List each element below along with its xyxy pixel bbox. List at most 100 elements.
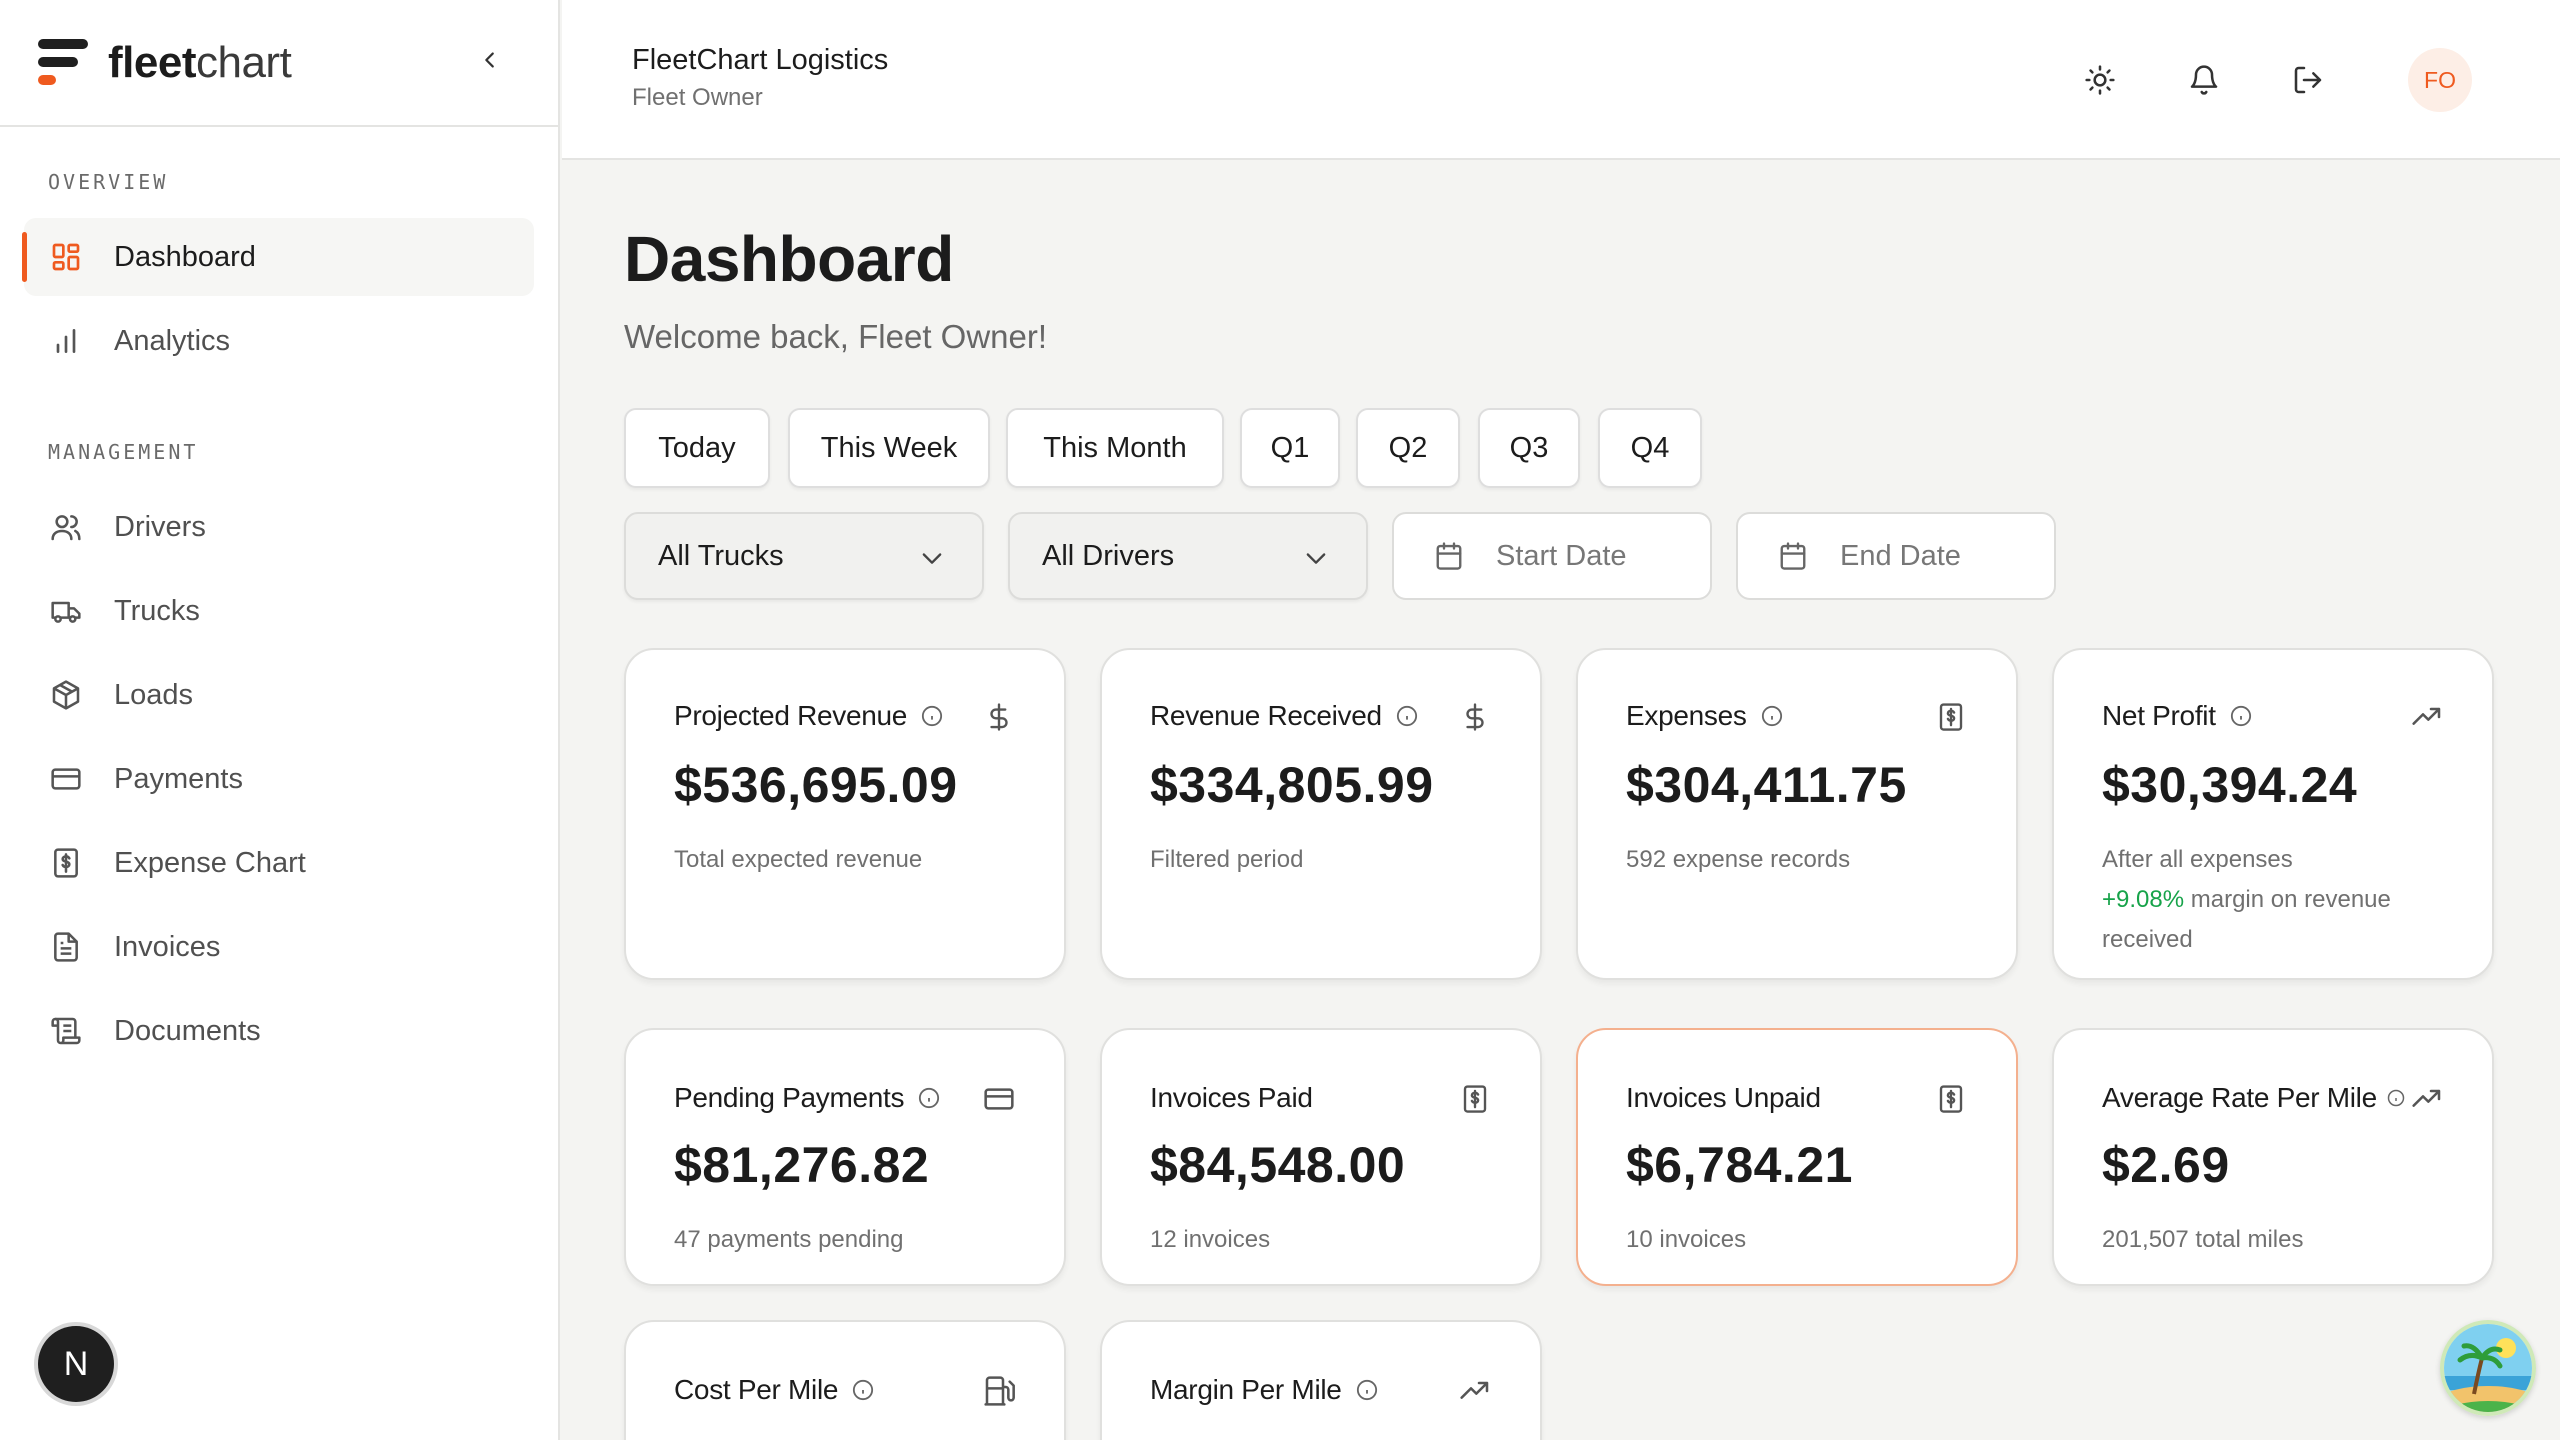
overview-section-label: OVERVIEW xyxy=(48,170,169,194)
stat-card-revenue-received[interactable]: Revenue Received $334,805.99 Filtered pe… xyxy=(1100,648,1542,980)
fleetchart-logo-icon[interactable] xyxy=(38,37,88,89)
page-title: Dashboard xyxy=(624,223,954,295)
sidebar: fleetchart OVERVIEW Dashboard Analytics … xyxy=(0,0,560,1440)
card-value: $30,394.24 xyxy=(2102,757,2358,813)
trending-up-icon xyxy=(1458,1374,1492,1408)
sidebar-item-invoices[interactable]: Invoices xyxy=(24,908,534,986)
sidebar-item-dashboard[interactable]: Dashboard xyxy=(22,218,534,296)
stat-card-expenses[interactable]: Expenses $304,411.75 592 expense records xyxy=(1576,648,2018,980)
truck-filter-select[interactable]: All Trucks xyxy=(624,512,984,600)
card-value: $334,805.99 xyxy=(1150,757,1434,813)
credit-card-icon xyxy=(982,1082,1016,1116)
start-date-input[interactable]: Start Date xyxy=(1392,512,1712,600)
card-label: Net Profit xyxy=(2102,700,2216,731)
info-icon[interactable] xyxy=(921,705,943,727)
dollar-icon xyxy=(982,700,1016,734)
card-label: Revenue Received xyxy=(1150,700,1382,731)
sun-icon xyxy=(2085,65,2115,95)
receipt-icon xyxy=(1458,1082,1492,1116)
sidebar-item-payments[interactable]: Payments xyxy=(24,740,534,818)
scroll-icon xyxy=(48,1013,84,1049)
palm-tree-icon xyxy=(2444,1324,2532,1412)
sidebar-item-label: Documents xyxy=(114,1014,261,1047)
stat-card-invoices-paid[interactable]: Invoices Paid $84,548.00 12 invoices xyxy=(1100,1028,1542,1286)
beach-avatar-widget[interactable] xyxy=(2440,1320,2536,1416)
card-note: 47 payments pending xyxy=(674,1226,904,1253)
dollar-icon xyxy=(1458,700,1492,734)
stat-card-margin-per-mile[interactable]: Margin Per Mile xyxy=(1100,1320,1542,1440)
management-section-label: MANAGEMENT xyxy=(48,440,199,464)
card-note: 201,507 total miles xyxy=(2102,1226,2304,1253)
logout-button[interactable] xyxy=(2290,62,2326,98)
driver-filter-select[interactable]: All Drivers xyxy=(1008,512,1368,600)
driver-filter-value: All Drivers xyxy=(1042,539,1175,572)
file-text-icon xyxy=(48,929,84,965)
period-chip-this-week[interactable]: This Week xyxy=(788,408,990,488)
info-icon[interactable] xyxy=(2387,1089,2405,1107)
period-chip-today[interactable]: Today xyxy=(624,408,770,488)
sidebar-item-trucks[interactable]: Trucks xyxy=(24,572,534,650)
period-chip-q1[interactable]: Q1 xyxy=(1240,408,1340,488)
truck-filter-value: All Trucks xyxy=(658,539,784,572)
period-chip-this-month[interactable]: This Month xyxy=(1006,408,1224,488)
bell-icon xyxy=(2190,65,2218,95)
sidebar-item-label: Loads xyxy=(114,678,194,711)
info-icon[interactable] xyxy=(918,1087,940,1109)
info-icon[interactable] xyxy=(852,1379,874,1401)
sidebar-item-label: Analytics xyxy=(114,324,231,357)
user-role: Fleet Owner xyxy=(632,84,763,111)
sidebar-item-analytics[interactable]: Analytics xyxy=(24,302,534,380)
end-date-input[interactable]: End Date xyxy=(1736,512,2056,600)
receipt-icon xyxy=(1934,1082,1968,1116)
bar-chart-icon xyxy=(48,323,84,359)
info-icon[interactable] xyxy=(1356,1379,1378,1401)
chevron-left-icon xyxy=(485,52,494,68)
card-value: $304,411.75 xyxy=(1626,757,1907,813)
card-note: 12 invoices xyxy=(1150,1226,1271,1253)
end-date-placeholder: End Date xyxy=(1840,539,1961,572)
theme-toggle-button[interactable] xyxy=(2082,62,2118,98)
sidebar-item-label: Dashboard xyxy=(114,240,256,273)
card-label: Pending Payments xyxy=(674,1082,905,1113)
stat-card-invoices-unpaid[interactable]: Invoices Unpaid $6,784.21 10 invoices xyxy=(1576,1028,2018,1286)
period-chip-q4[interactable]: Q4 xyxy=(1598,408,1702,488)
card-value: $536,695.09 xyxy=(674,757,958,813)
info-icon[interactable] xyxy=(1761,705,1783,727)
brand-name[interactable]: fleetchart xyxy=(108,38,292,88)
top-bar: FleetChart Logistics Fleet Owner FO xyxy=(562,0,2560,160)
collapse-sidebar-button[interactable] xyxy=(474,44,506,76)
receipt-icon xyxy=(1934,700,1968,734)
trending-up-icon xyxy=(2410,700,2444,734)
card-note: Filtered period xyxy=(1150,846,1304,873)
card-label: Invoices Unpaid xyxy=(1626,1082,1821,1113)
card-value: $84,548.00 xyxy=(1150,1137,1406,1193)
card-label: Expenses xyxy=(1626,700,1747,731)
stat-card-net-profit[interactable]: Net Profit $30,394.24 After all expenses… xyxy=(2052,648,2494,980)
period-chip-q2[interactable]: Q2 xyxy=(1356,408,1460,488)
info-icon[interactable] xyxy=(1396,705,1418,727)
receipt-icon xyxy=(48,845,84,881)
dev-tools-badge[interactable]: N xyxy=(38,1326,114,1402)
sidebar-item-label: Drivers xyxy=(114,510,206,543)
stat-card-pending-payments[interactable]: Pending Payments $81,276.82 47 payments … xyxy=(624,1028,1066,1286)
period-chip-q3[interactable]: Q3 xyxy=(1478,408,1580,488)
stat-card-cost-per-mile[interactable]: Cost Per Mile xyxy=(624,1320,1066,1440)
stat-card-projected-revenue[interactable]: Projected Revenue $536,695.09 Total expe… xyxy=(624,648,1066,980)
sidebar-item-label: Invoices xyxy=(114,930,221,963)
page-subtitle: Welcome back, Fleet Owner! xyxy=(624,318,1048,355)
fuel-icon xyxy=(982,1374,1016,1408)
stat-card-average-rate-per-mile[interactable]: Average Rate Per Mile $2.69 201,507 tota… xyxy=(2052,1028,2494,1286)
notifications-button[interactable] xyxy=(2186,62,2222,98)
card-note: 10 invoices xyxy=(1626,1226,1747,1253)
sidebar-item-loads[interactable]: Loads xyxy=(24,656,534,734)
sidebar-item-drivers[interactable]: Drivers xyxy=(24,488,534,566)
sidebar-item-documents[interactable]: Documents xyxy=(24,992,534,1070)
sidebar-item-expense-chart[interactable]: Expense Chart xyxy=(24,824,534,902)
calendar-icon xyxy=(1778,541,1808,571)
info-icon[interactable] xyxy=(2230,705,2252,727)
brand-header: fleetchart xyxy=(0,0,558,127)
truck-icon xyxy=(48,593,84,629)
card-value: $81,276.82 xyxy=(674,1137,930,1193)
user-avatar[interactable]: FO xyxy=(2408,48,2472,112)
card-note: After all expenses +9.08% margin on reve… xyxy=(2102,840,2462,960)
